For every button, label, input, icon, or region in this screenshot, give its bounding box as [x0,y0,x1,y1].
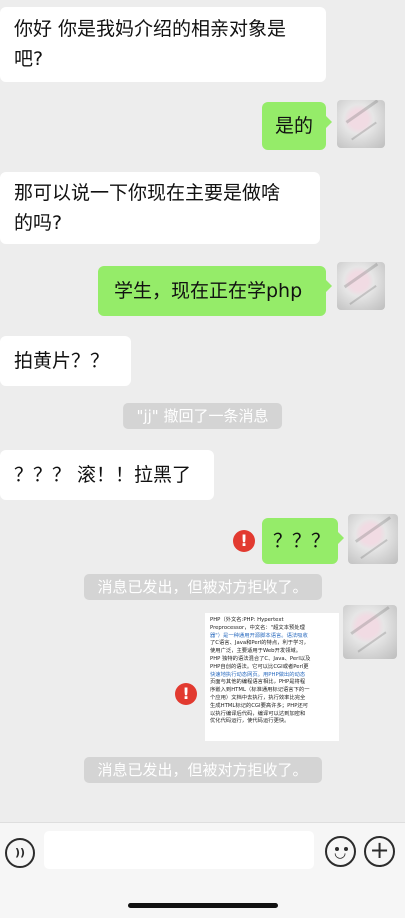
message-sent[interactable]: 是的 [262,102,332,150]
image-text-line: PHP 独特的语法混合了C、Java、Perl以及 [210,655,311,662]
send-failed-icon[interactable]: ! [175,683,197,705]
plus-glyph: + [369,836,390,864]
image-text-line: PHP自创的语法。它可以比CGI或者Perl更 [210,663,309,670]
image-text-line: 优化代码运行，使代码运行更快。 [210,718,290,725]
input-bar: )) ◡ + [0,822,405,918]
message-text: 学生，现在正在学php [114,280,303,302]
message-sent[interactable]: 学生，现在正在学php [98,266,332,316]
home-indicator[interactable] [128,903,278,908]
message-text: ？？？ [273,530,331,552]
image-text-line: 页面与其他的编程语言相比，PHP是将程 [210,679,306,686]
user-avatar[interactable] [343,605,397,659]
image-text-line: PHP（外文名:PHP: Hypertext [210,617,284,623]
message-received[interactable]: 那可以说一下你现在主要是做啥 的吗? [0,172,320,244]
send-failed-icon[interactable]: ! [233,530,255,552]
message-text: 拍黄片？？ [14,350,110,372]
rejected-notice: 消息已发出，但被对方拒收了。 [83,574,322,600]
recall-notice: "jj" 撤回了一条消息 [122,403,283,429]
image-text-line: 个应用）文档中去执行，执行效率比完全 [210,694,306,701]
emoji-icon[interactable]: ◡ [325,836,356,867]
message-text-line: 你好 你是我妈介绍的相亲对象是 [14,18,287,40]
image-text-line: Preprocessor，中文名："超文本预处理 [210,624,305,631]
user-avatar[interactable] [337,100,385,148]
voice-icon[interactable]: )) [5,838,35,868]
message-text: ？？？ 滚！！拉黑了 [14,464,192,486]
message-text-line: 吧? [14,48,44,70]
message-sent[interactable]: ？？？ [262,518,344,564]
image-text-line: 使用广泛，主要适用于Web开发领域。 [210,648,302,655]
message-received[interactable]: 你好 你是我妈介绍的相亲对象是 吧? [0,7,326,82]
message-input[interactable] [44,831,314,869]
user-avatar[interactable] [348,514,398,564]
voice-glyph: )) [14,846,26,859]
message-received[interactable]: ？？？ 滚！！拉黑了 [0,450,214,500]
rejected-notice: 消息已发出，但被对方拒收了。 [83,757,322,783]
image-text-line: 生成HTML标记的CGI要高许多；PHP还可 [210,702,309,709]
image-text-line: 序嵌入到HTML（标准通用标记语言下的一 [210,687,310,694]
user-avatar[interactable] [337,262,385,310]
message-text: 是的 [275,115,314,137]
image-message[interactable]: PHP（外文名:PHP: Hypertext Preprocessor，中文名：… [205,613,339,741]
message-text-line: 的吗? [14,212,63,234]
emoji-mouth: ◡ [334,845,347,861]
plus-icon[interactable]: + [364,836,395,867]
message-text-line: 那可以说一下你现在主要是做啥 [14,182,281,204]
chat-area: 你好 你是我妈介绍的相亲对象是 吧? 是的 那可以说一下你现在主要是做啥 的吗?… [0,0,405,822]
message-received[interactable]: 拍黄片？？ [0,336,131,386]
